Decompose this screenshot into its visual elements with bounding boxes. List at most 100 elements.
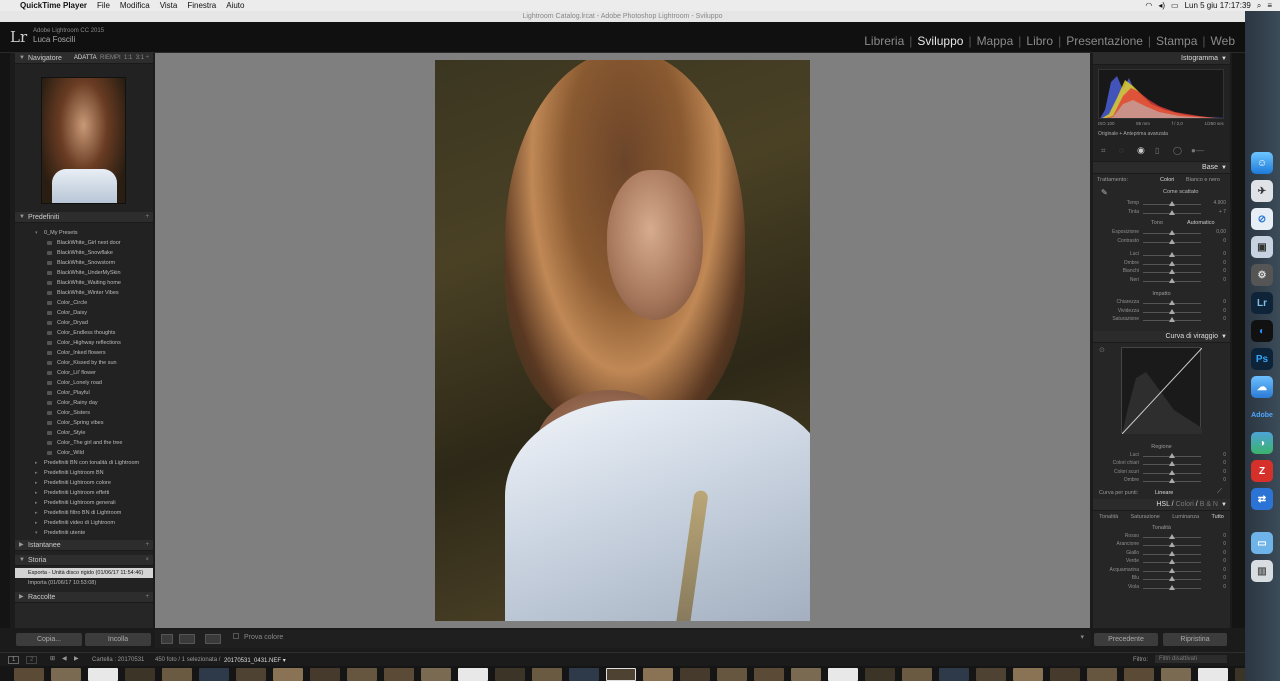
- add-preset-icon[interactable]: +: [145, 212, 149, 223]
- clock[interactable]: Lun 5 giu 17:17:39: [1185, 1, 1251, 10]
- trash-icon[interactable]: ▥: [1251, 560, 1273, 582]
- preset-item[interactable]: Color_Kissed by the sun: [15, 358, 153, 368]
- hsl-tab-hue[interactable]: Tonalità: [1099, 514, 1118, 520]
- preset-item[interactable]: BlackWhite_Snowstorm: [15, 258, 153, 268]
- photoshop-icon[interactable]: Ps: [1251, 348, 1273, 370]
- folder-source[interactable]: Cartella : 20170531: [92, 657, 144, 663]
- menu-app[interactable]: QuickTime Player: [20, 1, 87, 10]
- preset-folder[interactable]: Predefiniti video di Lightroom: [15, 518, 153, 528]
- wb-eyedropper-icon[interactable]: ✎: [1101, 188, 1108, 197]
- slider-knob[interactable]: [1169, 277, 1175, 283]
- history-item[interactable]: Importa (01/06/17 10:53:08): [15, 578, 153, 588]
- slider-value[interactable]: 0: [1208, 469, 1226, 475]
- file-name[interactable]: 20170531_0431.NEF ▾: [224, 657, 286, 664]
- menu-vista[interactable]: Vista: [160, 1, 178, 10]
- histogram[interactable]: ISO 100 85 mm f / 2,0 1/250 sec Original…: [1093, 65, 1230, 140]
- slider-value[interactable]: 0: [1208, 251, 1226, 257]
- quicktime-icon[interactable]: ◐: [1251, 320, 1273, 342]
- preview-icon[interactable]: ▣: [1251, 236, 1273, 258]
- auto-tone-button[interactable]: Automatico: [1187, 220, 1215, 226]
- tone-curve-graph[interactable]: [1121, 347, 1203, 434]
- zoom-fill[interactable]: RIEMPI: [100, 55, 121, 61]
- cloud-icon[interactable]: ☁: [1251, 376, 1273, 398]
- filmstrip-thumb[interactable]: [1087, 668, 1117, 681]
- filmstrip-thumb[interactable]: [199, 668, 229, 681]
- slider-value[interactable]: 0: [1208, 277, 1226, 283]
- preset-item[interactable]: Color_Inked flowers: [15, 348, 153, 358]
- histogram-header[interactable]: Istogramma ▼: [1093, 53, 1230, 65]
- filmstrip-thumb[interactable]: [606, 668, 636, 681]
- preset-folder-user[interactable]: Predefiniti utente: [15, 528, 153, 538]
- filmstrip-thumb[interactable]: [902, 668, 932, 681]
- filmstrip-thumb[interactable]: [976, 668, 1006, 681]
- filmstrip-thumb[interactable]: [1198, 668, 1228, 681]
- filmstrip-thumb[interactable]: [14, 668, 44, 681]
- before-after-button[interactable]: [179, 634, 195, 644]
- system-preferences-icon[interactable]: ⚙: [1251, 264, 1273, 286]
- filmstrip-thumb[interactable]: [88, 668, 118, 681]
- slider-knob[interactable]: [1169, 260, 1175, 266]
- filmstrip-thumb[interactable]: [1124, 668, 1154, 681]
- slider-knob[interactable]: [1169, 300, 1175, 305]
- menu-finestra[interactable]: Finestra: [187, 1, 216, 10]
- preset-item[interactable]: BlackWhite_Girl next door: [15, 238, 153, 248]
- safari-icon[interactable]: ⊘: [1251, 208, 1273, 230]
- filmstrip-thumb[interactable]: [310, 668, 340, 681]
- navigator-thumbnail[interactable]: [41, 77, 126, 204]
- filmstrip-thumb[interactable]: [421, 668, 451, 681]
- preset-item[interactable]: Color_Highway reflections: [15, 338, 153, 348]
- preset-folder[interactable]: Predefiniti filtro BN di Lightroom: [15, 508, 153, 518]
- slider-value[interactable]: 0: [1208, 452, 1226, 458]
- previous-button[interactable]: Precedente: [1094, 633, 1158, 646]
- collections-header[interactable]: ▶ Raccolte +: [15, 592, 153, 603]
- slider-knob[interactable]: [1169, 269, 1175, 274]
- slider-knob[interactable]: [1169, 478, 1175, 483]
- preset-item[interactable]: BlackWhite_Winter Vibes: [15, 288, 153, 298]
- graduated-filter-icon[interactable]: ▯: [1155, 146, 1159, 155]
- filmstrip-thumb[interactable]: [569, 668, 599, 681]
- filmstrip-thumb[interactable]: [939, 668, 969, 681]
- clear-history-icon[interactable]: ×: [145, 555, 149, 566]
- presets-header[interactable]: ▼ Predefiniti +: [15, 212, 153, 223]
- slider-value[interactable]: 0: [1208, 268, 1226, 274]
- slider-value[interactable]: + 7: [1208, 209, 1226, 215]
- module-sviluppo[interactable]: Sviluppo: [912, 34, 968, 48]
- preset-item[interactable]: BlackWhite_Waiting home: [15, 278, 153, 288]
- slider-value[interactable]: 0: [1208, 308, 1226, 314]
- slider-knob[interactable]: [1169, 201, 1175, 206]
- slider-value[interactable]: 0,00: [1208, 229, 1226, 235]
- slider-value[interactable]: 0: [1208, 541, 1226, 547]
- lightroom-icon[interactable]: Lr: [1251, 292, 1273, 314]
- slider-value[interactable]: 0: [1208, 584, 1226, 590]
- slider-value[interactable]: 0: [1208, 260, 1226, 266]
- filmstrip-thumb[interactable]: [51, 668, 81, 681]
- filmstrip-thumb[interactable]: [532, 668, 562, 681]
- slider-knob[interactable]: [1169, 533, 1175, 539]
- preset-item[interactable]: Color_Rainy day: [15, 398, 153, 408]
- battery-icon[interactable]: ▭: [1171, 1, 1179, 10]
- preset-item[interactable]: Color_Playful: [15, 388, 153, 398]
- preset-item[interactable]: Color_Wild: [15, 448, 153, 458]
- softproof-checkbox[interactable]: [233, 633, 239, 639]
- slider-value[interactable]: 0: [1208, 316, 1226, 322]
- downloads-folder-icon[interactable]: ▭: [1251, 532, 1273, 554]
- target-adjust-icon[interactable]: ⊙: [1099, 346, 1105, 354]
- filmstrip-thumb[interactable]: [1235, 668, 1245, 681]
- filmstrip-thumb[interactable]: [458, 668, 488, 681]
- slider-value[interactable]: 0: [1208, 558, 1226, 564]
- preset-item[interactable]: Color_Daisy: [15, 308, 153, 318]
- adjustment-brush-icon[interactable]: ●—: [1191, 146, 1204, 155]
- preset-item[interactable]: Color_Sisters: [15, 408, 153, 418]
- reset-button[interactable]: Ripristina: [1163, 633, 1227, 646]
- filmstrip-thumb[interactable]: [384, 668, 414, 681]
- slider-value[interactable]: 0: [1208, 477, 1226, 483]
- add-collection-icon[interactable]: +: [145, 592, 149, 603]
- module-mappa[interactable]: Mappa: [972, 34, 1019, 48]
- preset-item[interactable]: Color_Lonely road: [15, 378, 153, 388]
- slider-knob[interactable]: [1169, 238, 1175, 244]
- filmstrip-thumb[interactable]: [347, 668, 377, 681]
- search-icon[interactable]: ⌕: [1257, 1, 1261, 11]
- hsl-header[interactable]: HSL / Colori / B & N ▼: [1093, 498, 1230, 511]
- filmstrip-thumb[interactable]: [1013, 668, 1043, 681]
- forward-icon[interactable]: ▶: [74, 655, 79, 662]
